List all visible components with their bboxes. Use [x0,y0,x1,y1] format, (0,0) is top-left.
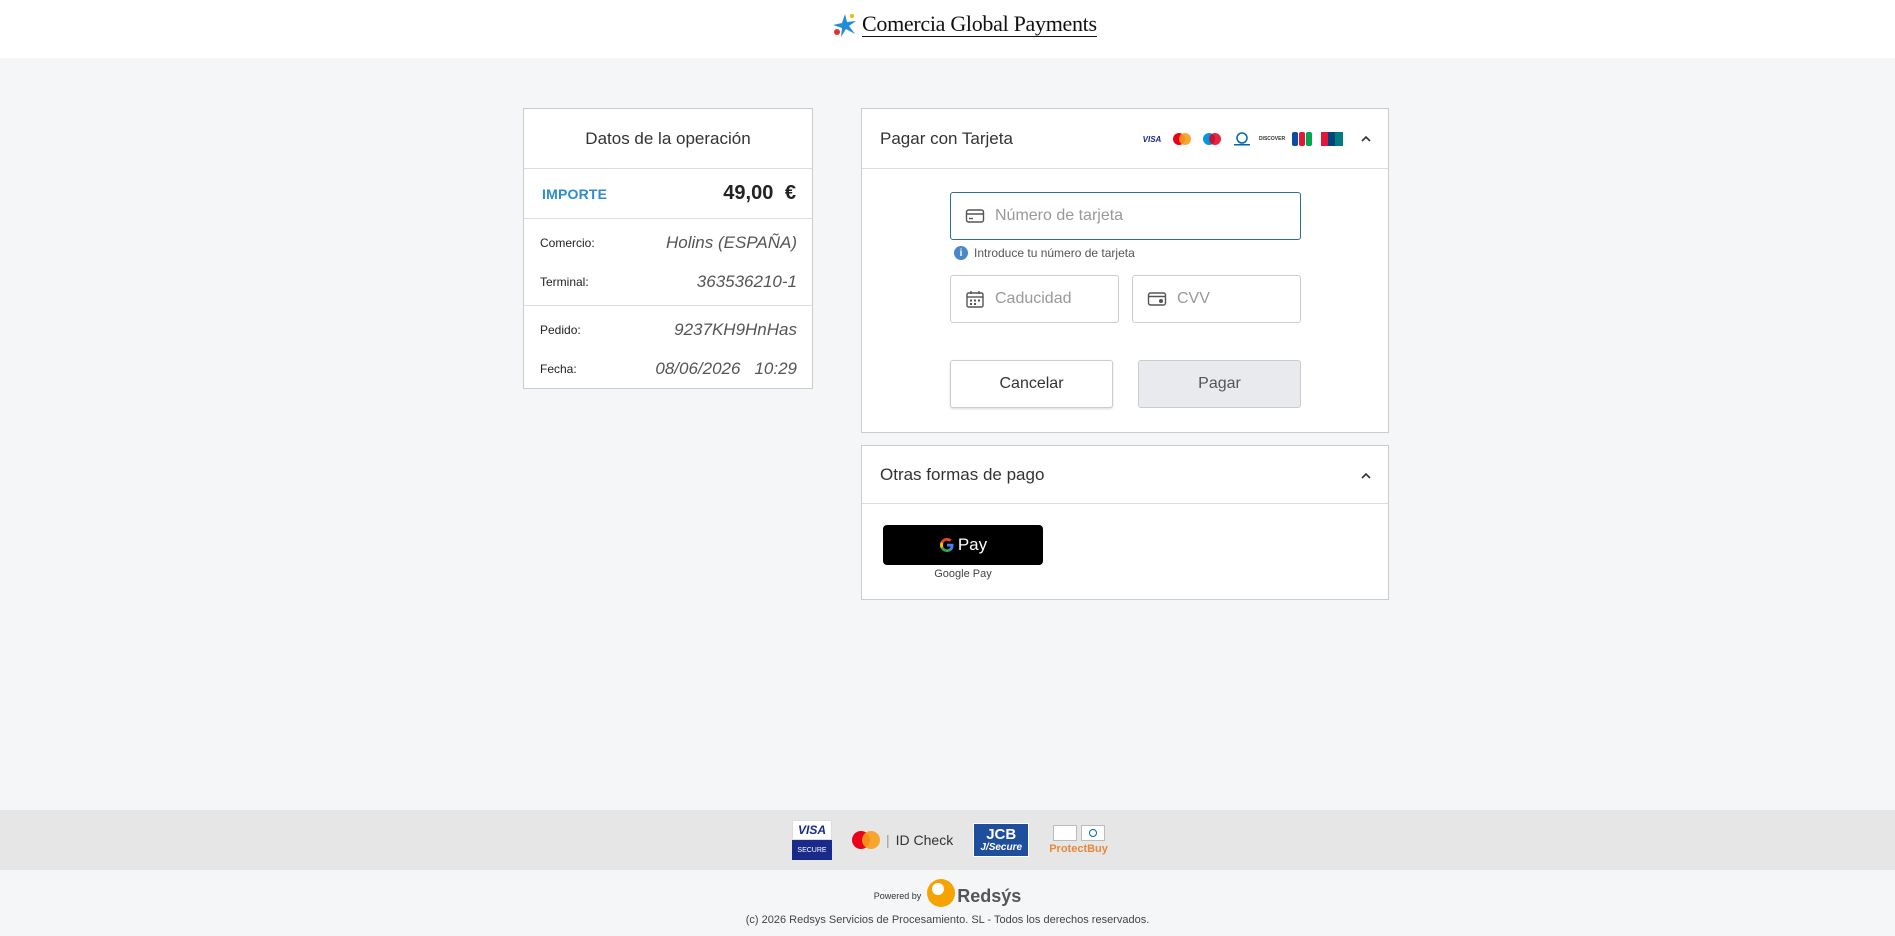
terminal-label: Terminal: [540,274,589,289]
credit-card-icon [965,209,985,223]
other-payments-title: Otras formas de pago [880,464,1045,484]
jcb-text: JCB [986,826,1017,843]
jsecure-text: J/Secure [980,842,1023,853]
date-value: 08/06/2026 10:29 [655,359,797,379]
visa-icon: VISA [1142,134,1162,144]
amount-row: IMPORTE 49,00 € [524,169,812,219]
merchant-label: Comercio: [540,235,595,250]
maestro-icon [1200,131,1224,147]
other-payments-panel: Otras formas de pago Pay Google Pay [861,445,1389,600]
order-value: 9237KH9HnHas [674,319,797,339]
calendar-icon [966,291,984,308]
discover-icon: DISCOVER [1258,136,1286,142]
info-icon: i [954,246,968,260]
jcb-icon [1290,131,1314,147]
google-g-icon [939,538,954,552]
date-time: 10:29 [754,358,797,378]
caixa-star-icon [833,14,856,37]
google-pay-button[interactable]: Pay [883,525,1043,565]
brand-name: Comercia Global Payments [862,11,1097,37]
card-number-hint: i Introduce tu número de tarjeta [954,246,1135,260]
security-logos: VISA SECURE | ID Check JCB J/Secure Prot… [792,820,1108,860]
visa-secure-top: VISA [792,820,832,840]
terminal-row: Terminal: 363536210-1 [524,262,812,301]
date-row: Fecha: 08/06/2026 10:29 [524,349,812,388]
terminal-value: 363536210-1 [696,271,797,291]
jcb-jsecure-logo: JCB J/Secure [973,823,1030,857]
protectbuy-logo: ProtectBuy [1049,825,1108,855]
google-pay-label: Google Pay [934,568,992,580]
discover-icon [1052,825,1077,841]
pay-button[interactable]: Pagar [1138,360,1301,408]
date-label: Fecha: [540,361,577,376]
chevron-up-icon[interactable] [1360,470,1372,482]
header: Comercia Global Payments [0,0,1895,58]
card-number-input[interactable] [995,207,1300,225]
protectbuy-text: ProtectBuy [1049,843,1108,855]
card-payment-header[interactable]: Pagar con Tarjeta VISA DISCOVER [862,109,1388,169]
merchant-value: Holins (ESPAÑA) [666,232,797,252]
other-payments-header[interactable]: Otras formas de pago [862,446,1388,504]
google-pay-button-text: Pay [957,535,988,554]
order-group: Pedido: 9237KH9HnHas Fecha: 08/06/2026 10… [524,306,812,392]
visa-secure-logo: VISA SECURE [792,820,832,860]
diners-icon [1230,131,1254,147]
powered-by: Powered by Redsýs [0,878,1895,907]
card-payment-title: Pagar con Tarjeta [880,128,1013,148]
diners-icon [1080,825,1105,841]
visa-secure-bottom: SECURE [797,846,827,854]
expiry-field[interactable] [950,275,1119,323]
copyright: (c) 2026 Redsys Servicios de Procesamien… [745,914,1150,926]
mastercard-idcheck-logo: | ID Check [852,831,953,849]
card-payment-panel: Pagar con Tarjeta VISA DISCOVER Número d… [861,108,1389,433]
amount-label: IMPORTE [542,185,608,202]
expiry-input[interactable] [995,290,1118,308]
security-logos-band: VISA SECURE | ID Check JCB J/Secure Prot… [0,810,1895,870]
chevron-up-icon[interactable] [1360,133,1372,145]
cancel-button[interactable]: Cancelar [950,360,1113,408]
card-brand-logos: VISA DISCOVER [1140,131,1344,147]
idcheck-text: ID Check [895,832,954,848]
unionpay-icon [1320,131,1344,147]
redsys-mark-icon [927,878,956,907]
merchant-group: Comercio: Holins (ESPAÑA) Terminal: 3635… [524,219,812,306]
brand-logo: Comercia Global Payments [831,12,1097,38]
operation-panel: Datos de la operación IMPORTE 49,00 € Co… [523,108,813,389]
redsys-logo: Redsýs [927,878,1021,907]
cvv-input[interactable] [1177,290,1300,308]
merchant-row: Comercio: Holins (ESPAÑA) [524,223,812,262]
card-number-field[interactable] [950,192,1301,240]
order-label: Pedido: [540,322,581,337]
card-back-icon [1147,292,1167,306]
card-number-hint-text: Introduce tu número de tarjeta [974,246,1135,260]
redsys-name: Redsýs [957,886,1022,906]
mastercard-icon [852,831,880,849]
operation-title: Datos de la operación [524,109,812,169]
mastercard-icon [1170,131,1194,147]
order-row: Pedido: 9237KH9HnHas [524,310,812,349]
date-day: 08/06/2026 [655,358,741,378]
cvv-field[interactable] [1132,275,1301,323]
powered-by-label: Powered by [873,890,922,901]
amount-value: 49,00 € [723,182,796,204]
